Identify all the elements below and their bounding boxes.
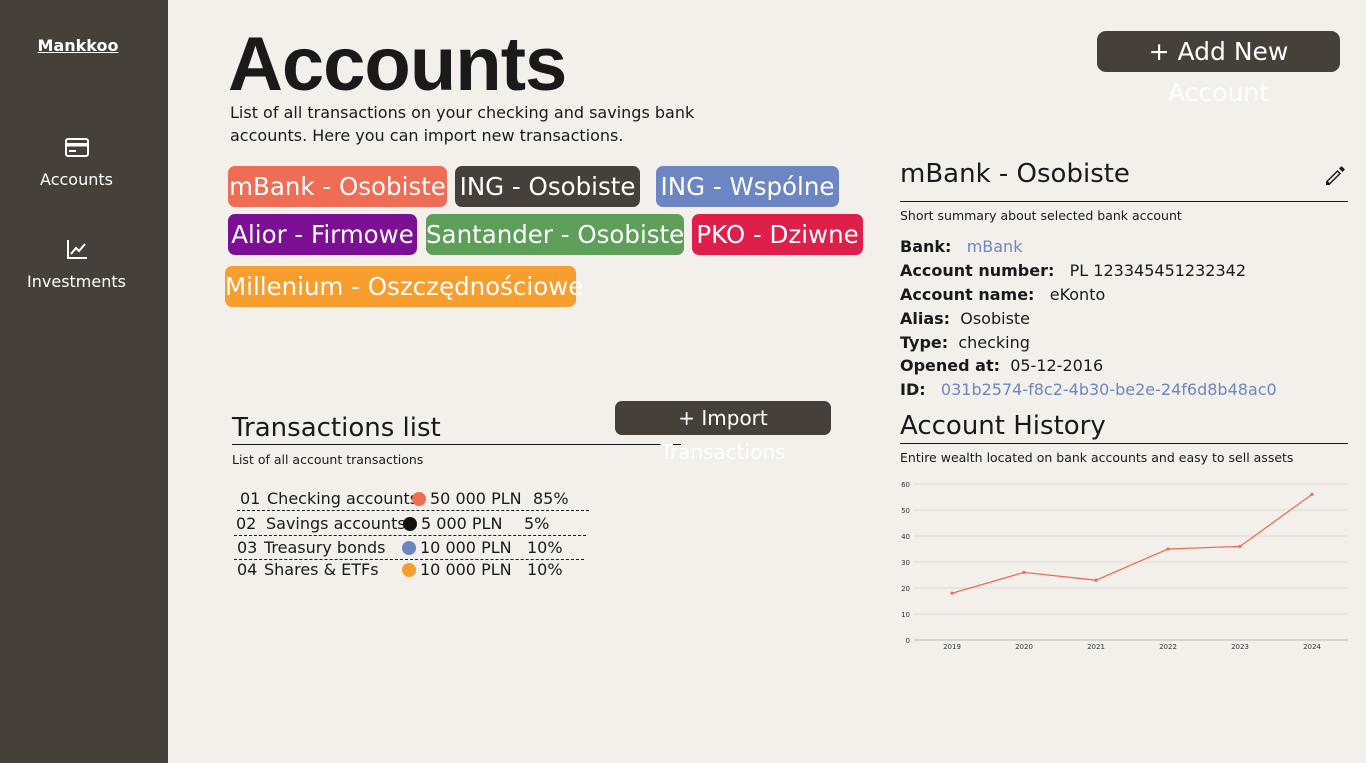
account-history-title: Account History xyxy=(900,410,1348,444)
table-row: 02 Savings accounts 5 000 PLN 5% xyxy=(234,514,586,536)
table-row: 03 Treasury bonds 10 000 PLN 10% xyxy=(234,538,584,560)
y-tick-label: 50 xyxy=(901,507,910,515)
x-tick-label: 2019 xyxy=(943,643,961,651)
account-history-chart: 0 10 20 30 40 50 60 2019 2020 2021 2022 2023 2024 xyxy=(901,481,1348,651)
data-point xyxy=(1310,492,1314,496)
data-point xyxy=(950,591,954,595)
row-number: 02 xyxy=(236,514,257,533)
account-detail-title: mBank - Osobiste xyxy=(900,156,1348,202)
row-color-dot xyxy=(412,492,426,506)
field-bank: Bank: mBank xyxy=(900,236,1022,258)
pencil-icon[interactable] xyxy=(1322,163,1348,189)
y-tick-label: 20 xyxy=(901,585,910,593)
x-tick-label: 2023 xyxy=(1231,643,1249,651)
chart-line-icon xyxy=(66,240,87,259)
y-tick-label: 10 xyxy=(901,611,910,619)
add-account-button[interactable]: + Add New Account xyxy=(1097,31,1340,107)
series-line xyxy=(951,493,1313,594)
field-label: Alias: xyxy=(900,309,951,328)
account-chip[interactable]: Millenium - Oszczędnościowe xyxy=(225,266,583,307)
row-name: Savings accounts xyxy=(266,514,406,533)
row-percent: 10% xyxy=(527,560,563,579)
row-percent: 5% xyxy=(524,514,550,533)
page-title: Accounts xyxy=(228,22,567,107)
data-point xyxy=(1166,547,1170,551)
bank-link[interactable]: mBank xyxy=(967,237,1023,256)
y-tick-label: 0 xyxy=(906,637,910,645)
credit-card-icon xyxy=(64,138,89,157)
transactions-subtitle: List of all account transactions xyxy=(232,452,424,467)
app-logo[interactable]: Mankkoo xyxy=(0,36,156,55)
field-label: ID: xyxy=(900,380,926,399)
account-chip[interactable]: PKO - Dziwne xyxy=(692,214,863,255)
table-row: 04 Shares & ETFs 10 000 PLN 10% xyxy=(234,560,584,582)
y-tick-label: 30 xyxy=(901,559,910,567)
row-amount: 5 000 PLN xyxy=(421,514,503,533)
sidebar: Mankkoo Accounts Investments xyxy=(0,0,168,763)
row-number: 04 xyxy=(237,560,258,579)
field-id: ID: 031b2574-f8c2-4b30-be2e-24f6d8b48ac0 xyxy=(900,379,1277,401)
field-label: Opened at: xyxy=(900,356,1001,375)
row-name: Shares & ETFs xyxy=(264,560,379,579)
account-history-subtitle: Entire wealth located on bank accounts a… xyxy=(900,450,1294,465)
account-detail-subtitle: Short summary about selected bank accoun… xyxy=(900,208,1182,223)
row-number: 01 xyxy=(240,489,261,508)
field-label: Account number: xyxy=(900,261,1055,280)
x-tick-label: 2022 xyxy=(1159,643,1177,651)
field-alias: Alias: Osobiste xyxy=(900,308,1030,330)
data-point xyxy=(1022,570,1026,574)
x-tick-label: 2024 xyxy=(1303,643,1321,651)
row-number: 03 xyxy=(237,538,258,557)
account-chip[interactable]: Santander - Osobiste xyxy=(426,214,684,255)
row-name: Treasury bonds xyxy=(264,538,386,557)
field-value: eKonto xyxy=(1049,285,1106,304)
row-amount: 50 000 PLN xyxy=(430,489,522,508)
table-row: 01 Checking accounts 50 000 PLN 85% xyxy=(237,489,589,511)
x-tick-label: 2021 xyxy=(1087,643,1105,651)
transactions-title: Transactions list xyxy=(232,412,681,445)
y-tick-label: 40 xyxy=(901,533,910,541)
account-chip[interactable]: ING - Osobiste xyxy=(455,166,640,207)
field-opened-at: Opened at: 05-12-2016 xyxy=(900,355,1103,377)
field-account-name: Account name: eKonto xyxy=(900,284,1105,306)
sidebar-item-investments[interactable]: Investments xyxy=(0,236,153,291)
row-amount: 10 000 PLN xyxy=(420,560,512,579)
field-account-number: Account number: PL 123345451232342 xyxy=(900,260,1246,282)
row-color-dot xyxy=(402,541,416,555)
field-type: Type: checking xyxy=(900,332,1030,354)
page-subtitle: List of all transactions on your checkin… xyxy=(230,103,695,145)
row-color-dot xyxy=(403,517,417,531)
row-percent: 85% xyxy=(533,489,569,508)
row-color-dot xyxy=(402,563,416,577)
x-tick-label: 2020 xyxy=(1015,643,1033,651)
account-chip[interactable]: Alior - Firmowe xyxy=(228,214,417,255)
account-chip[interactable]: mBank - Osobiste xyxy=(228,166,447,207)
field-value: 05-12-2016 xyxy=(1010,356,1104,375)
row-amount: 10 000 PLN xyxy=(420,538,512,557)
data-point xyxy=(1238,544,1242,548)
import-transactions-button[interactable]: + Import Transactions xyxy=(615,401,831,464)
field-label: Account name: xyxy=(900,285,1035,304)
y-tick-label: 60 xyxy=(901,481,910,489)
data-point xyxy=(1094,578,1098,582)
account-chip[interactable]: ING - Wspólne xyxy=(656,166,839,207)
field-value: PL 123345451232342 xyxy=(1069,261,1246,280)
field-value: Osobiste xyxy=(960,309,1031,328)
row-name: Checking accounts xyxy=(267,489,419,508)
sidebar-item-label: Investments xyxy=(27,272,126,291)
field-value: checking xyxy=(958,333,1030,352)
field-label: Bank: xyxy=(900,237,952,256)
sidebar-item-accounts[interactable]: Accounts xyxy=(0,134,153,189)
account-id-link[interactable]: 031b2574-f8c2-4b30-be2e-24f6d8b48ac0 xyxy=(941,380,1277,399)
sidebar-item-label: Accounts xyxy=(40,170,113,189)
field-label: Type: xyxy=(900,333,949,352)
row-percent: 10% xyxy=(527,538,563,557)
